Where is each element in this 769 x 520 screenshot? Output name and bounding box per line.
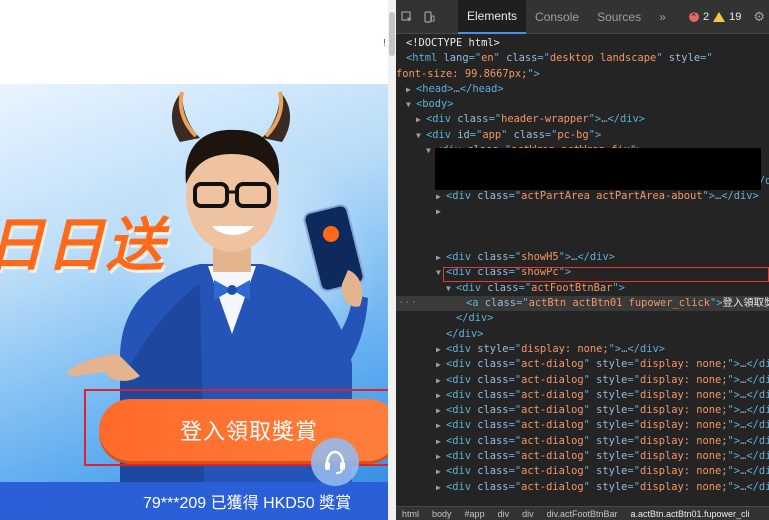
dom-node-dialog[interactable]: ▶ <div class="act-dialog" style="display:… — [396, 434, 769, 449]
winner-ticker-text: 79***209 已獲得 HKD50 獎賞 — [143, 495, 352, 512]
breadcrumb-item[interactable]: div — [498, 509, 510, 519]
breadcrumb-item[interactable]: div.actFootBtnBar — [547, 509, 618, 519]
web-page: ! 日日送 79***209 已獲得 HKD50 獎賞 登入領取獎賞 — [0, 0, 388, 520]
dom-node-redacted[interactable]: ▶ — [396, 204, 769, 219]
dom-node-dialog[interactable]: ▶ <div class="act-dialog" style="display:… — [396, 373, 769, 388]
more-tabs-button[interactable]: » — [650, 0, 675, 34]
dom-node-dialog[interactable]: ▶ <div class="act-dialog" style="display:… — [396, 403, 769, 418]
dom-node-display-none[interactable]: ▶ <div style="display: none;">…</div> — [396, 342, 769, 357]
dom-node-dialog[interactable]: ▶ <div class="act-dialog" style="display:… — [396, 449, 769, 464]
headset-icon — [325, 450, 345, 474]
dom-node-dialog[interactable]: ▶ <div class="act-dialog" style="display:… — [396, 464, 769, 479]
dom-tree: <!DOCTYPE html> <html lang="en" class="d… — [396, 36, 769, 506]
dom-node-dialog[interactable]: ▶ <div class="act-dialog" style="display:… — [396, 357, 769, 372]
inspect-element-icon[interactable] — [396, 0, 418, 34]
error-icon — [688, 9, 699, 22]
devtools-tabbar: Elements Console Sources » 2 19 ⚙ — [396, 0, 769, 34]
dom-node-header[interactable]: ▶ <div class="header-wrapper">…</div> — [396, 112, 769, 127]
warning-icon — [713, 11, 726, 22]
dom-node-footbar[interactable]: ▼ <div class="actFootBtnBar"> — [396, 281, 769, 296]
dom-node-selected-anchor[interactable]: ··· <a class="actBtn actBtn01 fupower_cli… — [396, 296, 769, 312]
dom-node-app[interactable]: ▼ <div id="app" class="pc-bg"> — [396, 128, 769, 143]
dom-breadcrumb: html body #app div div div.actFootBtnBar… — [396, 506, 769, 520]
dom-node-html[interactable]: <html lang="en" class="desktop landscape… — [396, 51, 769, 66]
dom-node-dialog[interactable]: ▶ <div class="act-dialog" style="display:… — [396, 388, 769, 403]
dom-node-dialog[interactable]: ▶ <div class="act-dialog" style="display:… — [396, 418, 769, 433]
stray-mark: ! — [383, 38, 386, 49]
page-scrollbar[interactable] — [388, 0, 396, 520]
error-count: 2 — [702, 10, 710, 23]
dom-node-dialog[interactable]: ▶ <div class="act-dialog" style="display:… — [396, 480, 769, 495]
dom-node-showh5[interactable]: ▶ <div class="showH5">…</div> — [396, 250, 769, 265]
breadcrumb-item[interactable]: #app — [465, 509, 485, 519]
warning-count: 19 — [729, 10, 742, 23]
customer-support-button[interactable] — [311, 438, 359, 486]
breadcrumb-item[interactable]: body — [432, 509, 452, 519]
dom-node-close-div: </div> — [456, 312, 494, 325]
dom-node-head[interactable]: ▶ <head>…</head> — [396, 82, 769, 97]
tab-console[interactable]: Console — [526, 0, 588, 34]
dom-node-body[interactable]: ▼ <body> — [396, 97, 769, 112]
dom-node-about[interactable]: ▶ <div class="actPartArea actPartArea-abo… — [396, 189, 769, 204]
breadcrumb-item[interactable]: div — [522, 509, 534, 519]
dom-node-showpc[interactable]: ▼ <div class="showPc"> — [396, 265, 769, 280]
gear-icon[interactable]: ⚙ — [753, 9, 765, 25]
dom-node-html-cont: font-size: 99.8667px;"> — [396, 67, 540, 80]
devtools-panel: Elements Console Sources » 2 19 ⚙ <!DOCT… — [388, 0, 769, 520]
breadcrumb-item[interactable]: html — [402, 509, 419, 519]
dom-node[interactable]: <!DOCTYPE html> — [396, 36, 769, 51]
device-toolbar-icon[interactable] — [418, 0, 440, 34]
dom-node-close-div: </div> — [446, 327, 484, 340]
scrollbar-thumb[interactable] — [389, 12, 395, 56]
dom-spacer — [396, 235, 769, 250]
breadcrumb-item-active[interactable]: a.actBtn.actBtn01.fupower_cli — [630, 509, 749, 519]
issue-counter[interactable]: 2 19 ⚙ — [688, 9, 769, 25]
tab-sources[interactable]: Sources — [588, 0, 650, 34]
dom-spacer — [396, 220, 769, 235]
redacted-region — [435, 148, 761, 190]
tab-elements[interactable]: Elements — [458, 0, 527, 34]
